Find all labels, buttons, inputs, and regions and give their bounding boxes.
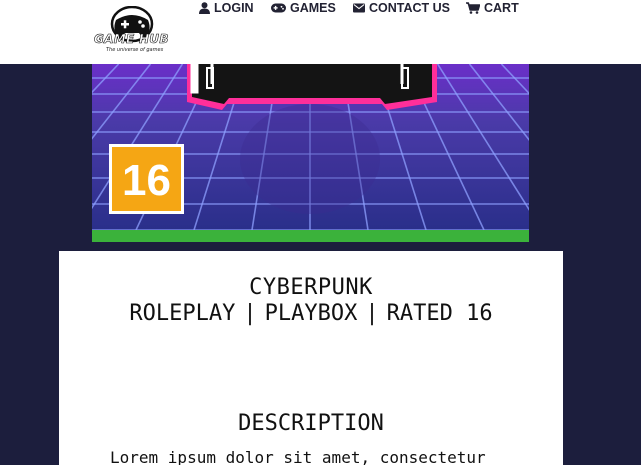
nav-games-label: GAMES — [290, 1, 336, 15]
game-genre: ROLEPLAY — [129, 301, 236, 326]
game-info-card: CYBERPUNK ROLEPLAY | PLAYBOX | RATED 16 DESC… — [59, 251, 563, 465]
nav-cart-label: CART — [484, 1, 519, 15]
game-meta: ROLEPLAY | PLAYBOX | RATED 16 — [59, 301, 563, 326]
nav-games[interactable]: GAMES — [271, 0, 336, 16]
nav-contact-us[interactable]: CONTACT US — [353, 0, 450, 16]
envelope-icon — [353, 3, 365, 13]
game-rating-label: RATED — [386, 301, 453, 326]
game-title: CYBERPUNK — [249, 275, 373, 300]
logo-tagline: The universe of games — [106, 47, 164, 53]
description-text: Lorem ipsum dolor sit amet, consectetur — [110, 448, 486, 465]
user-icon — [199, 2, 210, 14]
description-heading: DESCRIPTION — [238, 411, 384, 436]
meta-separator: | — [365, 301, 379, 326]
nav-login[interactable]: LOGIN — [199, 0, 254, 16]
logo[interactable]: GAME HUB The universe of games — [92, 6, 172, 58]
age-rating-text: 16 — [122, 156, 171, 205]
game-cover-image: 16 — [92, 64, 529, 230]
nav-cart[interactable]: CART — [466, 0, 519, 16]
game-rating: 16 — [466, 301, 493, 326]
site-header: GAME HUB The universe of games LOGIN GAM… — [0, 0, 641, 64]
gamepad-icon — [271, 3, 286, 13]
neon-grid-artwork: 16 — [92, 64, 529, 230]
meta-separator: | — [243, 301, 257, 326]
hero-accent-bar — [92, 230, 529, 242]
game-platform: PLAYBOX — [264, 301, 358, 326]
cart-icon — [466, 2, 480, 14]
nav-login-label: LOGIN — [214, 1, 254, 15]
logo-text: GAME HUB — [94, 32, 169, 47]
age-rating-badge: 16 — [109, 144, 184, 214]
nav-contact-us-label: CONTACT US — [369, 1, 451, 15]
